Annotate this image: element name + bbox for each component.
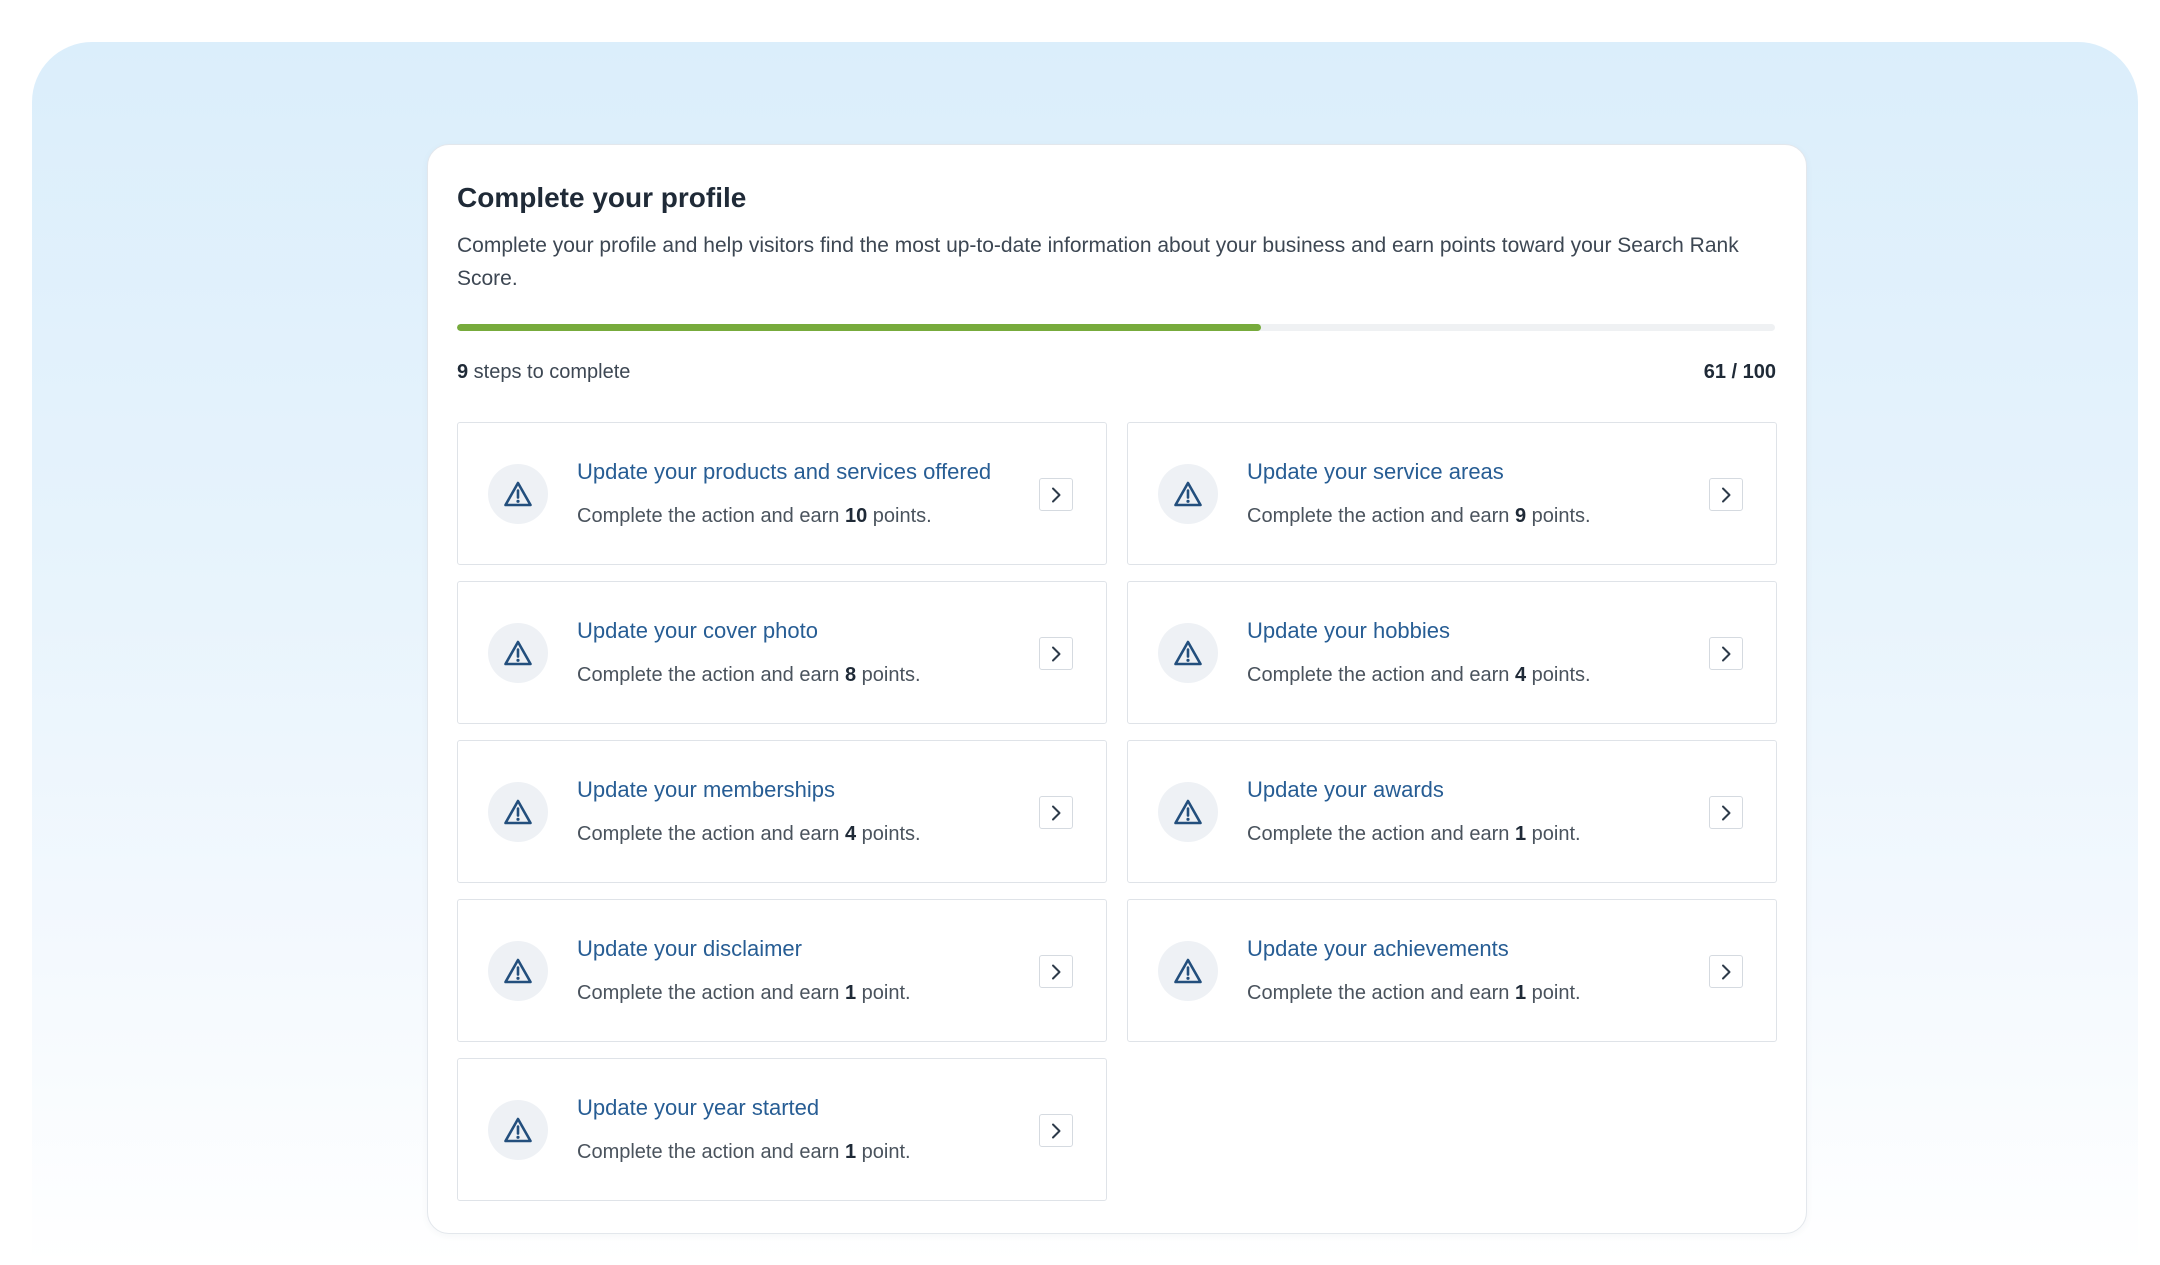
task-points-unit: points. <box>856 664 921 686</box>
task-points-unit: points. <box>1526 664 1591 686</box>
warning-triangle-icon <box>488 623 548 683</box>
chevron-right-icon[interactable] <box>1709 478 1743 511</box>
task-card[interactable]: Update your cover photo Complete the act… <box>457 581 1107 724</box>
card-description: Complete your profile and help visitors … <box>457 234 1739 290</box>
task-card[interactable]: Update your achievements Complete the ac… <box>1127 899 1777 1042</box>
task-subtitle-prefix: Complete the action and earn <box>577 664 845 686</box>
task-card[interactable]: Update your products and services offere… <box>457 422 1107 565</box>
task-points-unit: point. <box>1526 982 1581 1004</box>
task-card[interactable]: Update your service areas Complete the a… <box>1127 422 1777 565</box>
card-title: Complete your profile <box>457 182 747 213</box>
task-title[interactable]: Update your year started <box>577 1094 819 1122</box>
warning-triangle-icon <box>488 941 548 1001</box>
score-label: 61 / 100 <box>1703 361 1776 383</box>
task-points: 9 <box>1514 505 1527 527</box>
task-title[interactable]: Update your service areas <box>1247 458 1504 486</box>
task-card[interactable]: Update your memberships Complete the act… <box>457 740 1107 883</box>
task-title[interactable]: Update your awards <box>1247 776 1444 804</box>
chevron-right-icon[interactable] <box>1039 478 1073 511</box>
task-points: 4 <box>1514 664 1527 686</box>
task-subtitle-prefix: Complete the action and earn <box>577 505 845 527</box>
task-points-unit: points. <box>1526 505 1591 527</box>
task-card[interactable]: Update your awards Complete the action a… <box>1127 740 1777 883</box>
task-subtitle: Complete the action and earn 4 points. <box>1247 662 1591 688</box>
chevron-right-icon[interactable] <box>1709 955 1743 988</box>
steps-remaining: 9 steps to complete <box>457 359 630 385</box>
task-points: 1 <box>844 1141 857 1163</box>
task-subtitle-prefix: Complete the action and earn <box>1247 982 1515 1004</box>
task-points: 1 <box>1514 982 1527 1004</box>
task-subtitle: Complete the action and earn 9 points. <box>1247 503 1591 529</box>
steps-label: steps to complete <box>468 361 631 383</box>
warning-triangle-icon <box>488 1100 548 1160</box>
task-subtitle: Complete the action and earn 1 point. <box>1247 821 1581 847</box>
task-points-unit: point. <box>856 1141 911 1163</box>
page-background: Complete your profile Complete your prof… <box>32 42 2138 1265</box>
task-points-unit: points. <box>856 823 921 845</box>
warning-triangle-icon <box>1158 464 1218 524</box>
task-title[interactable]: Update your disclaimer <box>577 935 802 963</box>
warning-triangle-icon <box>488 782 548 842</box>
task-points: 4 <box>844 823 857 845</box>
chevron-right-icon[interactable] <box>1709 796 1743 829</box>
warning-triangle-icon <box>1158 941 1218 1001</box>
chevron-right-icon[interactable] <box>1039 796 1073 829</box>
task-subtitle-prefix: Complete the action and earn <box>577 823 845 845</box>
task-points-unit: points. <box>867 505 932 527</box>
task-subtitle-prefix: Complete the action and earn <box>577 1141 845 1163</box>
chevron-right-icon[interactable] <box>1039 637 1073 670</box>
task-points-unit: point. <box>856 982 911 1004</box>
task-points: 1 <box>1514 823 1527 845</box>
task-card[interactable]: Update your disclaimer Complete the acti… <box>457 899 1107 1042</box>
task-points: 10 <box>844 505 868 527</box>
task-card[interactable]: Update your hobbies Complete the action … <box>1127 581 1777 724</box>
progress-bar-fill <box>457 324 1261 331</box>
chevron-right-icon[interactable] <box>1039 955 1073 988</box>
steps-count: 9 <box>457 361 469 383</box>
warning-triangle-icon <box>1158 782 1218 842</box>
chevron-right-icon[interactable] <box>1709 637 1743 670</box>
task-title[interactable]: Update your memberships <box>577 776 835 804</box>
task-title[interactable]: Update your products and services offere… <box>577 458 991 486</box>
task-subtitle-prefix: Complete the action and earn <box>1247 823 1515 845</box>
task-title[interactable]: Update your achievements <box>1247 935 1509 963</box>
task-points-unit: point. <box>1526 823 1581 845</box>
warning-triangle-icon <box>1158 623 1218 683</box>
profile-completion-card: Complete your profile Complete your prof… <box>427 144 1807 1234</box>
progress-bar <box>457 324 1775 331</box>
task-subtitle: Complete the action and earn 1 point. <box>1247 980 1581 1006</box>
task-subtitle: Complete the action and earn 1 point. <box>577 1139 911 1165</box>
task-subtitle: Complete the action and earn 4 points. <box>577 821 921 847</box>
task-subtitle: Complete the action and earn 10 points. <box>577 503 932 529</box>
task-subtitle-prefix: Complete the action and earn <box>1247 505 1515 527</box>
warning-triangle-icon <box>488 464 548 524</box>
task-subtitle-prefix: Complete the action and earn <box>1247 664 1515 686</box>
task-title[interactable]: Update your hobbies <box>1247 617 1450 645</box>
task-subtitle: Complete the action and earn 1 point. <box>577 980 911 1006</box>
task-subtitle-prefix: Complete the action and earn <box>577 982 845 1004</box>
task-card[interactable]: Update your year started Complete the ac… <box>457 1058 1107 1201</box>
chevron-right-icon[interactable] <box>1039 1114 1073 1147</box>
task-points: 1 <box>844 982 857 1004</box>
task-subtitle: Complete the action and earn 8 points. <box>577 662 921 688</box>
task-title[interactable]: Update your cover photo <box>577 617 818 645</box>
task-points: 8 <box>844 664 857 686</box>
